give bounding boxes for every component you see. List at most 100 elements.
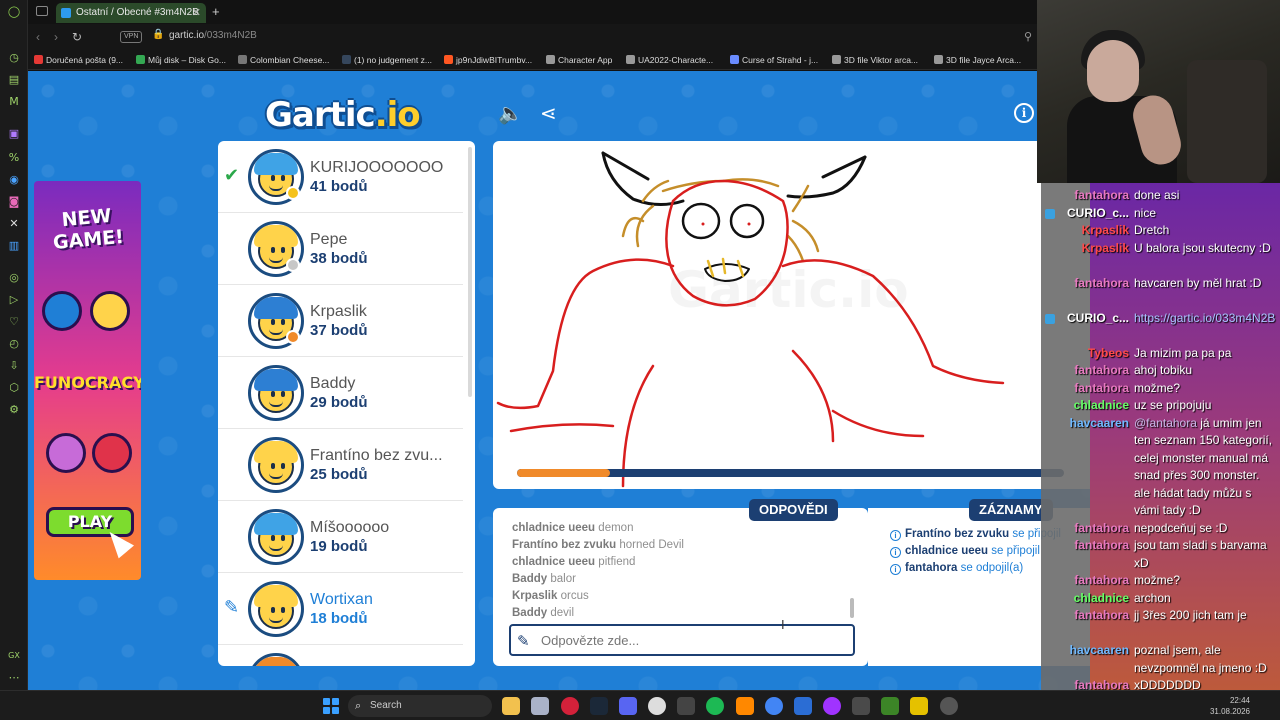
messenger-icon[interactable]: ◉ [6, 172, 22, 188]
history-icon[interactable]: ◴ [6, 336, 22, 352]
tab-answers[interactable]: ODPOVĚDI [749, 499, 838, 521]
play-icon[interactable]: ▷ [6, 292, 22, 308]
minecraft-icon[interactable] [881, 697, 899, 715]
info-icon[interactable]: i [1014, 103, 1034, 123]
app-icon[interactable] [677, 697, 695, 715]
clock[interactable]: 22:44 31.08.2026 [1210, 695, 1250, 717]
instagram-icon[interactable]: ◙ [6, 194, 22, 210]
chat-username[interactable]: fantahora [1041, 607, 1129, 625]
bookmark-item[interactable]: Doručená pošta (9... [34, 54, 123, 66]
news-icon[interactable]: ▤ [6, 72, 22, 88]
tab-records[interactable]: ZÁZNAMY [969, 499, 1053, 521]
chat-username[interactable]: fantahora [1041, 380, 1129, 398]
vlc-icon[interactable] [736, 697, 754, 715]
bookmark-item[interactable]: Character App [546, 54, 612, 66]
chat-username[interactable]: havcaaren [1041, 415, 1129, 433]
start-icon[interactable] [323, 698, 339, 714]
speed-dial-icon[interactable]: ◷ [6, 50, 22, 66]
lock-icon[interactable]: 🔒 [152, 29, 164, 40]
chat-username[interactable]: chladnice [1041, 397, 1129, 415]
chrome-icon[interactable] [765, 697, 783, 715]
file-explorer-icon[interactable] [502, 697, 520, 715]
twitch-icon[interactable]: ▣ [6, 126, 22, 142]
m-icon[interactable]: M [6, 94, 22, 110]
opera-logo-icon[interactable]: ◯ [6, 4, 22, 20]
messenger-icon[interactable] [823, 697, 841, 715]
bookmark-item[interactable]: Colombian Cheese... [238, 54, 329, 66]
download-icon[interactable]: ⇩ [6, 358, 22, 374]
spotify-icon[interactable] [706, 697, 724, 715]
chat-text-body: uz se pripojuju [1134, 398, 1212, 412]
chat-username[interactable]: fantahora [1041, 275, 1129, 293]
chat-username[interactable]: fantahora [1041, 537, 1129, 555]
chat-username[interactable]: chladnice [1041, 590, 1129, 608]
chat-link[interactable]: https://gartic.io/033m4N2B [1134, 311, 1275, 325]
player-row[interactable]: Krpaslik 37 bodů [218, 285, 463, 357]
player-row[interactable]: Pepe 38 bodů [218, 213, 463, 285]
new-tab-icon[interactable]: + [212, 3, 220, 21]
heart-icon[interactable]: ♡ [6, 314, 22, 330]
drawing-canvas[interactable]: Gartic.io [493, 141, 1090, 489]
steam-icon[interactable] [590, 697, 608, 715]
bookmark-item[interactable]: 3D file Viktor arca... [832, 54, 918, 66]
chat-username[interactable]: fantahora [1041, 187, 1129, 205]
answer-input[interactable] [509, 624, 855, 656]
chat-username[interactable]: CURIO_c... [1041, 205, 1129, 223]
pin-icon[interactable]: ⚲ [1024, 30, 1032, 43]
save-icon[interactable] [531, 697, 549, 715]
player-row[interactable]: ✎ Wortixan 18 bodů [218, 573, 463, 645]
bookmark-item[interactable]: (1) no judgement z... [342, 54, 432, 66]
player-row[interactable]: Míšoooooo 19 bodů [218, 501, 463, 573]
reload-icon[interactable]: ↻ [72, 29, 82, 45]
bookmark-item[interactable]: 3D file Jayce Arca... [934, 54, 1021, 66]
browser-sidebar: ◯ ◷ ▤ M ▣ % ◉ ◙ ✕ ▥ ◎ ▷ ♡ ◴ ⇩ ⬡ ⚙ GX ⋯ [0, 0, 28, 690]
player-icon[interactable]: ◎ [6, 270, 22, 286]
player-row[interactable]: Frantíno bez zvu... 25 bodů [218, 429, 463, 501]
chat-username[interactable]: fantahora [1041, 362, 1129, 380]
obs-icon[interactable] [648, 697, 666, 715]
more-icon[interactable]: ⋯ [6, 670, 22, 686]
settings-icon[interactable]: ⚙ [6, 402, 22, 418]
x-icon[interactable]: ✕ [6, 216, 22, 232]
player-row[interactable]: ✔ KURIJOOOOOOO 41 bodů [218, 141, 463, 213]
bookmark-item[interactable]: jp9nJdiwBITrumbv... [444, 54, 532, 66]
chat-username[interactable]: CURIO_c... [1041, 310, 1129, 328]
bookmark-item[interactable]: Můj disk – Disk Go... [136, 54, 226, 66]
bookmark-item[interactable]: UA2022-Characte... [626, 54, 713, 66]
app-icon[interactable] [940, 697, 958, 715]
player-row[interactable]: Baddy 29 bodů [218, 357, 463, 429]
vpn-badge[interactable]: VPN [120, 31, 143, 43]
url-field[interactable]: gartic.io/033m4N2B [169, 30, 257, 41]
chat-username[interactable]: Krpaslik [1041, 222, 1129, 240]
percent-icon[interactable]: % [6, 150, 22, 166]
chat-mention[interactable]: @fantahora [1134, 416, 1197, 430]
speaker-icon[interactable]: 🔈 [498, 103, 523, 123]
chat-username[interactable]: havcaaren [1041, 642, 1129, 660]
opera-gx-icon[interactable] [561, 697, 579, 715]
gartic-logo[interactable]: Gartic.io [265, 95, 421, 135]
app-icon[interactable] [852, 697, 870, 715]
tabs-menu-icon[interactable] [36, 6, 48, 16]
globe-icon [238, 55, 247, 64]
chat-username[interactable]: Tybeos [1041, 345, 1129, 363]
ad-banner[interactable]: NEW GAME! FUNOCRACY PLAY [34, 181, 141, 580]
forward-icon[interactable]: › [54, 29, 58, 45]
chat-username[interactable]: fantahora [1041, 572, 1129, 590]
share-icon[interactable]: ⋖ [540, 103, 557, 123]
translate-icon[interactable]: ▥ [6, 238, 22, 254]
tab-active[interactable]: Ostatní / Obecné #3m4N2B ✕ [56, 3, 206, 23]
chat-username[interactable]: fantahora [1041, 520, 1129, 538]
close-tab-icon[interactable]: ✕ [192, 3, 201, 23]
chat-username[interactable]: Krpaslik [1041, 240, 1129, 258]
app-icon[interactable] [910, 697, 928, 715]
bookmark-item[interactable]: Curse of Strahd - j... [730, 54, 818, 66]
gx-icon[interactable]: GX [6, 648, 22, 664]
player-row[interactable] [218, 645, 463, 666]
discord-icon[interactable] [619, 697, 637, 715]
answers-scrollbar[interactable] [850, 598, 854, 618]
taskbar-search[interactable]: ⌕ Search [348, 695, 492, 717]
app-icon[interactable] [794, 697, 812, 715]
players-scrollbar[interactable] [468, 147, 472, 397]
back-icon[interactable]: ‹ [36, 29, 40, 45]
extensions-icon[interactable]: ⬡ [6, 380, 22, 396]
